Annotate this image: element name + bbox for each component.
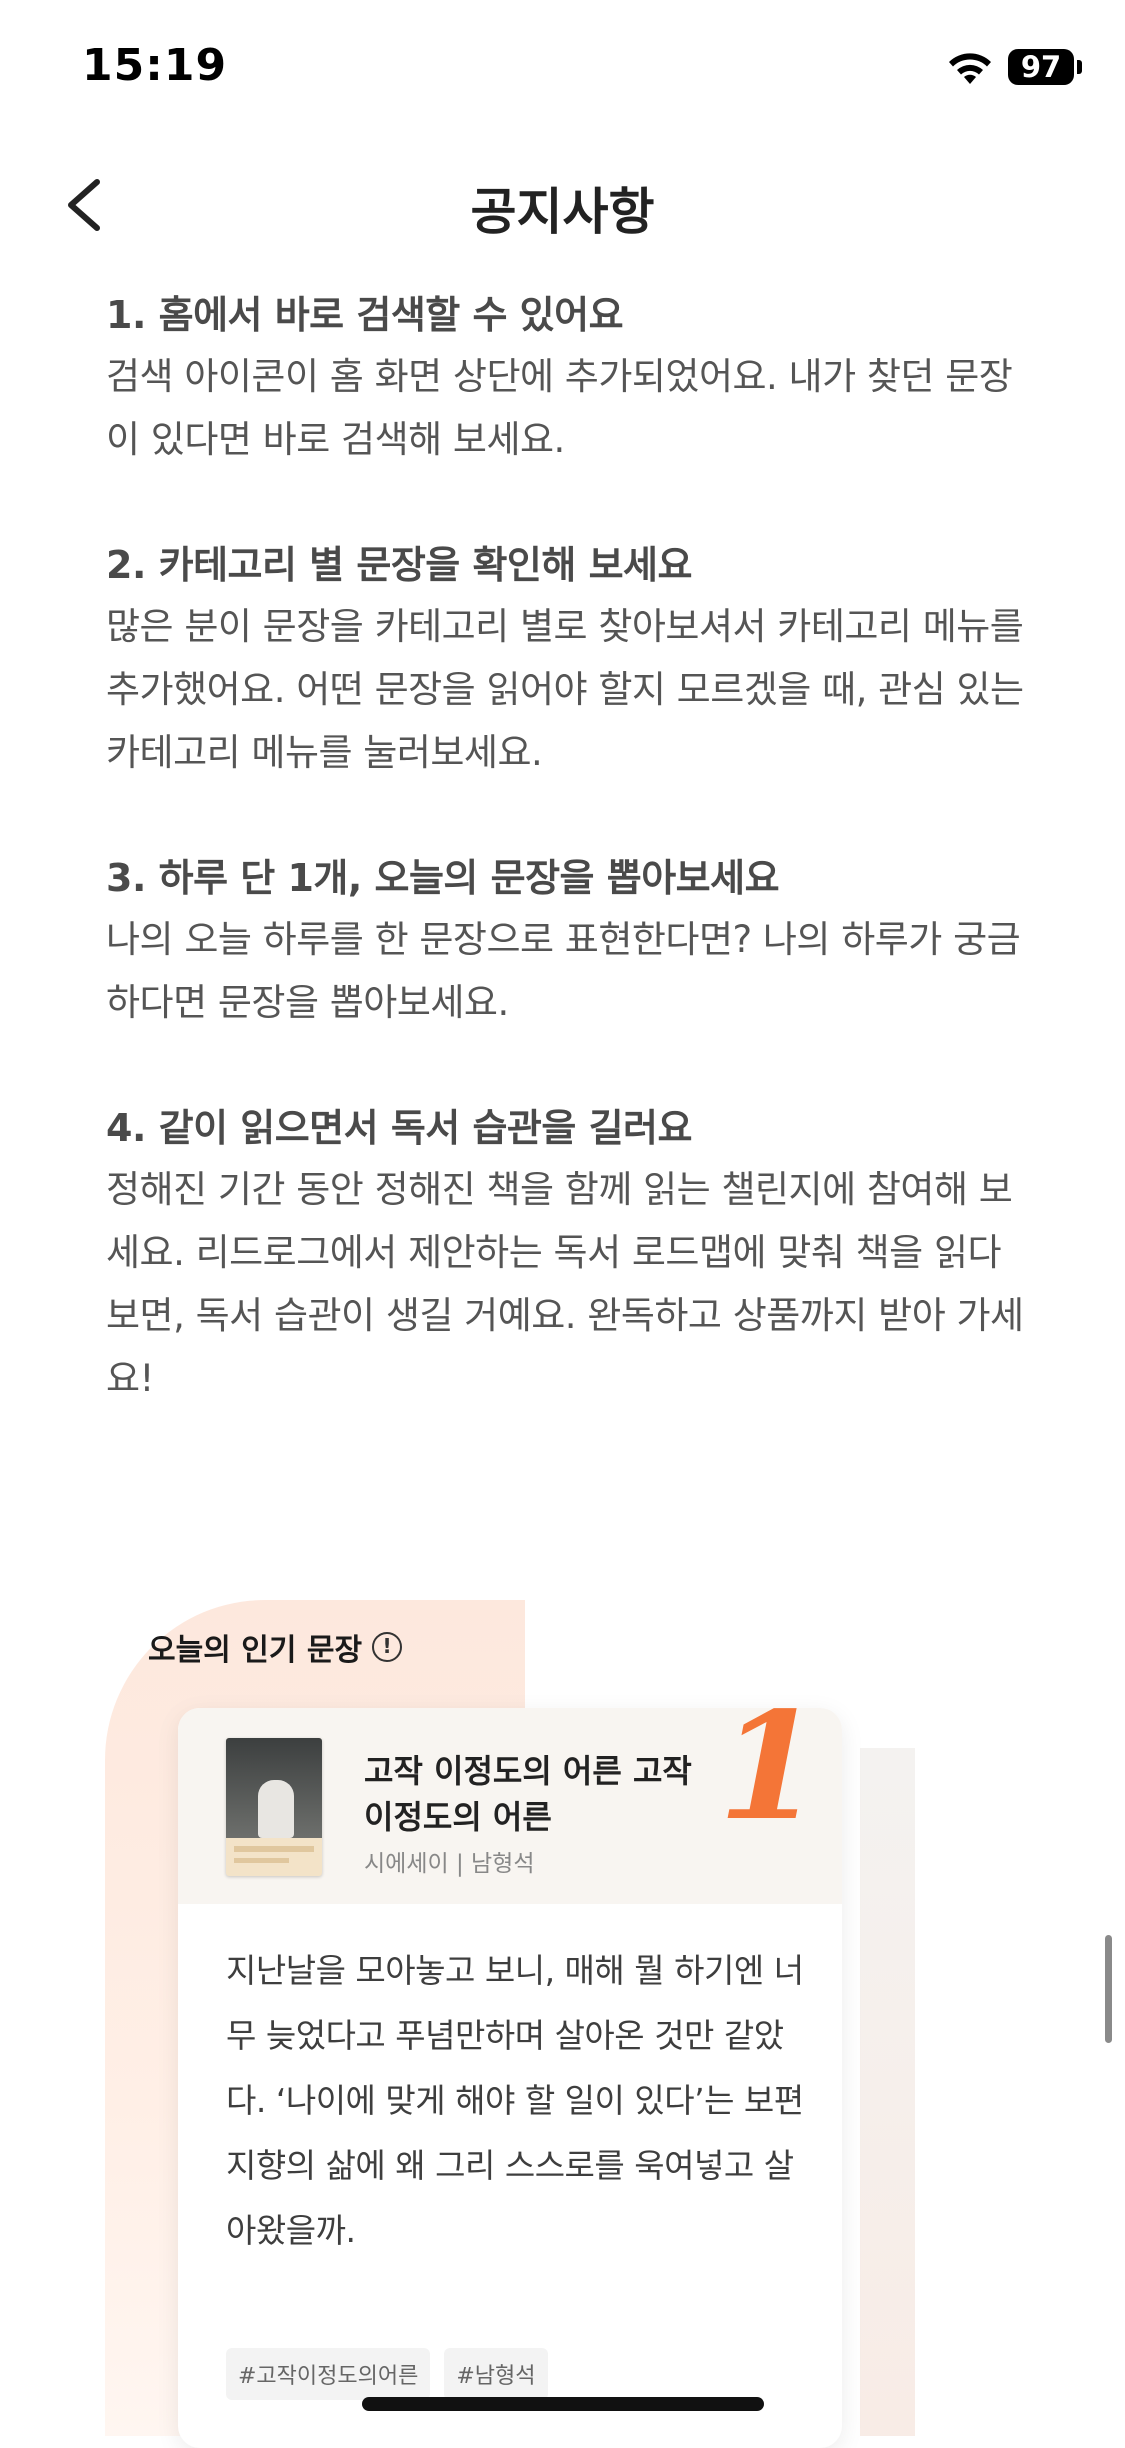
cover-text-line [234, 1846, 314, 1852]
tag-chip[interactable]: #남형석 [444, 2348, 548, 2400]
rank-number: 1 [718, 1708, 821, 1853]
notice-content: 1. 홈에서 바로 검색할 수 있어요 검색 아이콘이 홈 화면 상단에 추가되… [106, 285, 1036, 1474]
notice-body: 나의 오늘 하루를 한 문장으로 표현한다면? 나의 하루가 궁금하다면 문장을… [106, 918, 1021, 1024]
scrollbar[interactable] [1105, 1935, 1112, 2043]
quote-text: 지난날을 모아놓고 보니, 매해 뭘 하기엔 너무 늦었다고 푸념만하며 살아온… [226, 1951, 804, 2250]
battery-icon: 97 [1008, 49, 1074, 85]
book-title: 고작 이정도의 어른 고작 이정도의 어른 [364, 1752, 692, 1836]
book-meta: 시에세이 | 남형석 [364, 1851, 535, 1877]
notice-item: 2. 카테고리 별 문장을 확인해 보세요 많은 분이 문장을 카테고리 별로 … [106, 535, 1036, 784]
tag-list: #고작이정도의어른 #남형석 [226, 2348, 548, 2400]
card-header: 고작 이정도의 어른 고작 이정도의 어른 시에세이 | 남형석 1 [178, 1708, 842, 1904]
notice-body: 많은 분이 문장을 카테고리 별로 찾아보셔서 카테고리 메뉴를 추가했어요. … [106, 605, 1024, 774]
cover-text-line [234, 1858, 289, 1863]
cover-figure [258, 1780, 294, 1838]
notice-item: 4. 같이 읽으면서 독서 습관을 길러요 정해진 기간 동안 정해진 책을 함… [106, 1098, 1036, 1410]
wifi-icon [949, 53, 991, 84]
info-icon[interactable]: ! [372, 1632, 403, 1662]
next-card-peek [860, 1748, 915, 2436]
notice-title: 1. 홈에서 바로 검색할 수 있어요 [106, 293, 624, 337]
notice-body: 검색 아이콘이 홈 화면 상단에 추가되었어요. 내가 찾던 문장이 있다면 바… [106, 355, 1013, 461]
notice-title: 4. 같이 읽으면서 독서 습관을 길러요 [106, 1106, 692, 1150]
home-indicator[interactable] [362, 2397, 764, 2411]
notice-title: 3. 하루 단 1개, 오늘의 문장을 뽑아보세요 [106, 856, 780, 900]
notice-item: 3. 하루 단 1개, 오늘의 문장을 뽑아보세요 나의 오늘 하루를 한 문장… [106, 848, 1036, 1034]
book-cover-image [226, 1738, 322, 1876]
battery-cap [1077, 60, 1082, 74]
page-title: 공지사항 [470, 183, 655, 241]
popular-sentence-card[interactable]: 고작 이정도의 어른 고작 이정도의 어른 시에세이 | 남형석 1 지난날을 … [178, 1708, 842, 2448]
status-time: 15:19 [82, 40, 228, 91]
notice-title: 2. 카테고리 별 문장을 확인해 보세요 [106, 543, 692, 587]
section-title: 오늘의 인기 문장 [148, 1633, 363, 1668]
notice-item: 1. 홈에서 바로 검색할 수 있어요 검색 아이콘이 홈 화면 상단에 추가되… [106, 285, 1036, 471]
status-bar: 15:19 97 [0, 0, 1125, 130]
popular-section-header: 오늘의 인기 문장 ! [148, 1625, 403, 1669]
nav-bar: 공지사항 [0, 150, 1125, 260]
tag-chip[interactable]: #고작이정도의어른 [226, 2348, 431, 2400]
notice-body: 정해진 기간 동안 정해진 책을 함께 읽는 챌린지에 참여해 보세요. 리드로… [106, 1168, 1024, 1400]
